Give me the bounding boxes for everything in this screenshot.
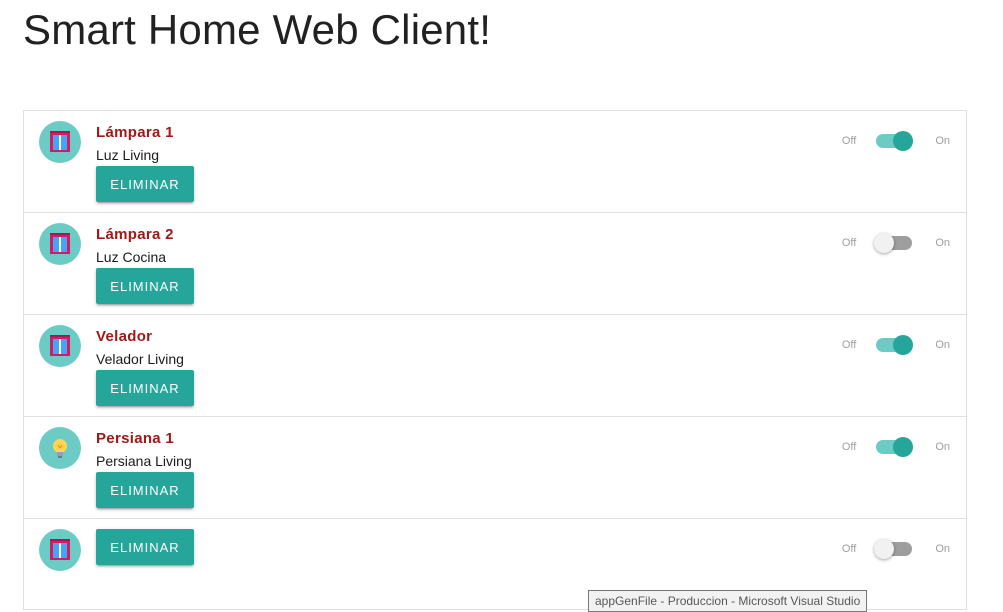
page-title: Smart Home Web Client! xyxy=(23,6,492,53)
device-description: Velador Living xyxy=(96,351,184,367)
switch-knob xyxy=(893,335,914,355)
delete-button[interactable]: ELIMINAR xyxy=(96,166,194,202)
switch-on-label: On xyxy=(935,339,950,351)
device-description: Persiana Living xyxy=(96,453,192,469)
device-name: Lámpara 2 xyxy=(96,226,174,243)
switch-off-label: Off xyxy=(841,237,857,249)
power-switch[interactable] xyxy=(874,538,918,560)
list-item: Persiana 1 Persiana Living ELIMINAR Off … xyxy=(24,417,966,519)
delete-button[interactable]: ELIMINAR xyxy=(96,268,194,304)
taskbar-tooltip: appGenFile - Produccion - Microsoft Visu… xyxy=(588,590,867,612)
switch-knob xyxy=(874,539,895,559)
device-list: Lámpara 1 Luz Living ELIMINAR Off On Lám… xyxy=(23,110,967,610)
switch-knob xyxy=(893,131,914,151)
list-item: Velador Velador Living ELIMINAR Off On xyxy=(24,315,966,417)
switch-on-label: On xyxy=(935,237,950,249)
window-icon xyxy=(39,223,81,265)
device-description: Luz Living xyxy=(96,147,160,163)
power-switch[interactable] xyxy=(874,436,918,458)
window-icon xyxy=(39,121,81,163)
list-item: Lámpara 1 Luz Living ELIMINAR Off On xyxy=(24,111,966,213)
switch-off-label: Off xyxy=(841,441,857,453)
switch-on-label: On xyxy=(935,441,950,453)
lightbulb-icon xyxy=(39,427,81,469)
delete-button[interactable]: ELIMINAR xyxy=(96,472,194,508)
switch-knob xyxy=(874,233,895,253)
device-description: Luz Cocina xyxy=(96,249,167,265)
switch-on-label: On xyxy=(935,543,950,555)
power-switch[interactable] xyxy=(874,130,918,152)
power-toggle-group: Off On xyxy=(842,436,950,458)
power-switch[interactable] xyxy=(874,232,918,254)
device-name: Persiana 1 xyxy=(96,430,175,447)
device-name: Velador xyxy=(96,328,153,345)
power-toggle-group: Off On xyxy=(842,130,950,152)
delete-button[interactable]: ELIMINAR xyxy=(96,529,194,565)
switch-off-label: Off xyxy=(841,135,857,147)
switch-on-label: On xyxy=(935,135,950,147)
power-toggle-group: Off On xyxy=(842,538,950,560)
switch-off-label: Off xyxy=(841,339,857,351)
switch-knob xyxy=(893,437,914,457)
window-icon xyxy=(39,325,81,367)
delete-button[interactable]: ELIMINAR xyxy=(96,370,194,406)
power-toggle-group: Off On xyxy=(842,232,950,254)
device-name: Lámpara 1 xyxy=(96,124,174,141)
power-toggle-group: Off On xyxy=(842,334,950,356)
power-switch[interactable] xyxy=(874,334,918,356)
window-icon xyxy=(39,529,81,571)
switch-off-label: Off xyxy=(841,543,857,555)
list-item: Lámpara 2 Luz Cocina ELIMINAR Off On xyxy=(24,213,966,315)
